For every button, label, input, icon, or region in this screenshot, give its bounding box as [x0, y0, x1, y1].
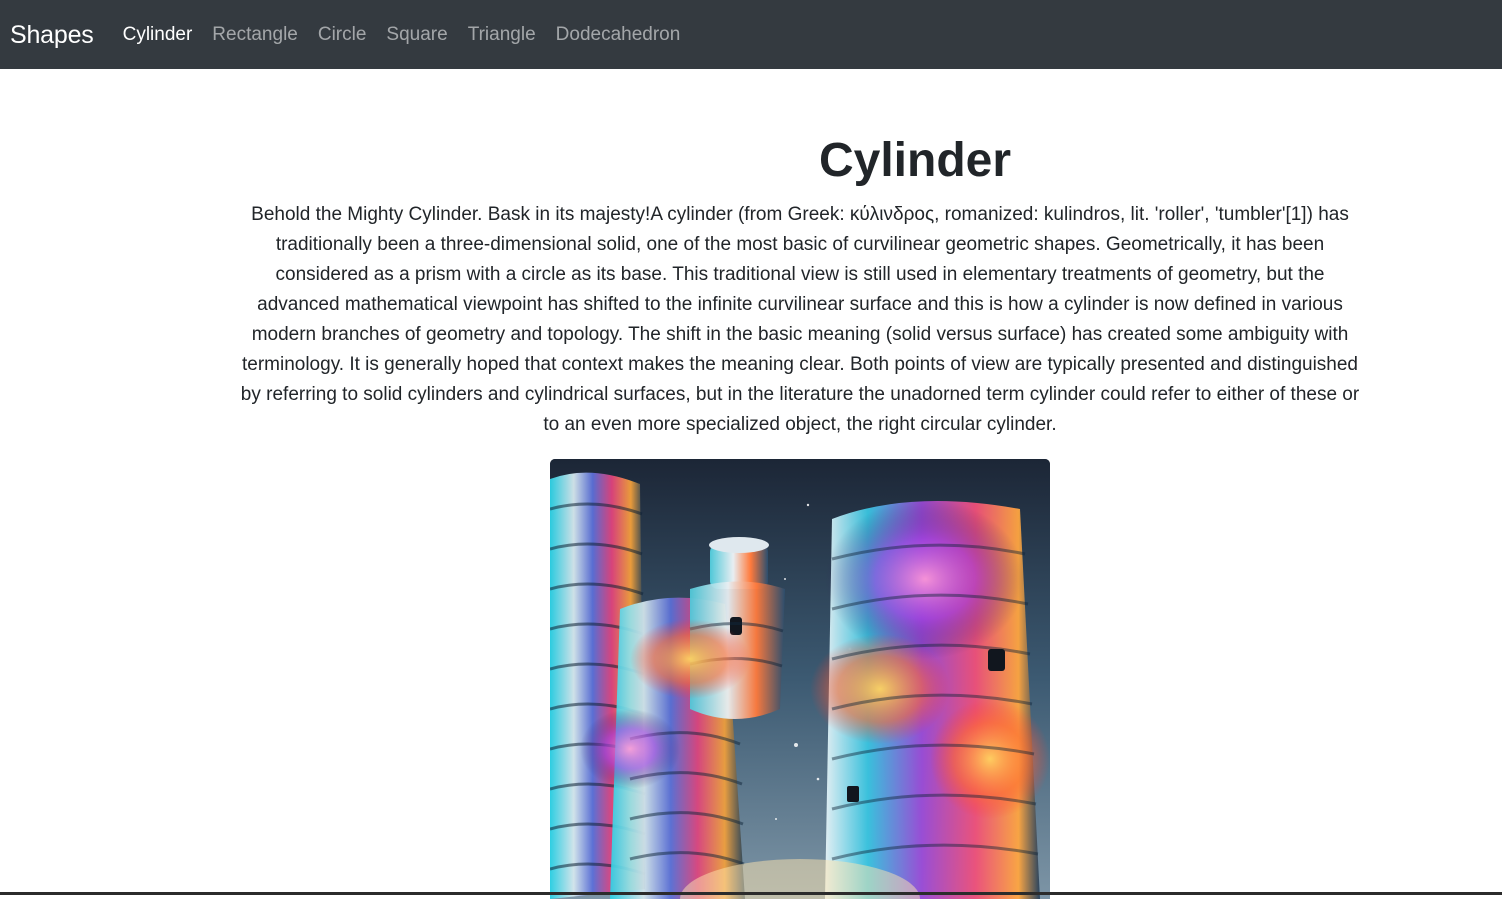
nav-item-dodecahedron[interactable]: Dodecahedron — [546, 24, 691, 46]
main-content: Cylinder Behold the Mighty Cylinder. Bas… — [0, 69, 1502, 899]
nav-item-rectangle[interactable]: Rectangle — [202, 24, 308, 46]
nav-item-circle[interactable]: Circle — [308, 24, 377, 46]
brand-link[interactable]: Shapes — [10, 21, 94, 50]
nav-list: Cylinder Rectangle Circle Square Triangl… — [113, 24, 691, 46]
cylinder-towers-artwork — [550, 459, 1050, 899]
cylinder-towers-image — [550, 459, 1050, 899]
nav-item-cylinder[interactable]: Cylinder — [113, 24, 203, 46]
nav-item-triangle[interactable]: Triangle — [458, 24, 546, 46]
top-navbar: Shapes Cylinder Rectangle Circle Square … — [0, 0, 1502, 69]
page-description: Behold the Mighty Cylinder. Bask in its … — [240, 204, 1360, 435]
nav-item-square[interactable]: Square — [376, 24, 457, 46]
page-title: Cylinder — [818, 134, 1012, 187]
